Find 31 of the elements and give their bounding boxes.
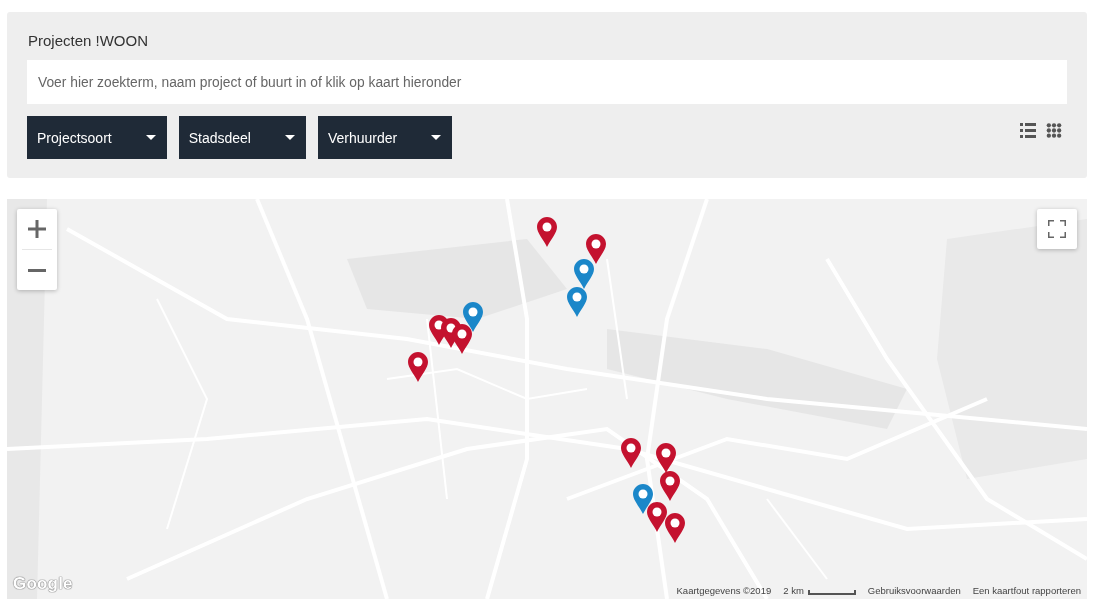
map-pin-icon[interactable] — [656, 443, 676, 473]
map-pin-icon[interactable] — [408, 352, 428, 382]
caret-icon — [145, 135, 156, 140]
panel-title: Projecten !WOON — [28, 31, 150, 51]
map-pin-icon[interactable] — [665, 513, 685, 543]
scale-label[interactable]: 2 km — [783, 585, 804, 597]
map-pin-icon[interactable] — [574, 259, 594, 289]
map-logo[interactable]: Google — [13, 574, 73, 594]
report-error-link[interactable]: Een kaartfout rapporteren — [972, 585, 1081, 597]
filter-dropdown[interactable]: Stadsdeel — [178, 116, 306, 159]
search-field[interactable]: Voer hier zoekterm, naam project of buurt in of klik op kaart hieronder — [27, 60, 1067, 104]
scale-bar[interactable] — [807, 589, 856, 595]
map-pin-icon[interactable] — [660, 471, 680, 501]
map-pin-icon[interactable] — [452, 324, 472, 354]
list-icon[interactable] — [1020, 123, 1036, 138]
terms-link[interactable]: Gebruiksvoorwaarden — [867, 585, 961, 597]
minus-icon — [28, 268, 46, 272]
map-pin-icon[interactable] — [537, 217, 557, 247]
filter-dropdown[interactable]: Projectsoort — [27, 116, 167, 159]
caret-icon — [285, 135, 295, 140]
map-pin-icon[interactable] — [647, 502, 667, 532]
caret-icon — [431, 135, 442, 140]
grid-icon[interactable] — [1046, 123, 1062, 138]
fullscreen-button[interactable] — [1037, 209, 1077, 249]
filter-dropdown[interactable]: Verhuurder — [318, 116, 453, 159]
map-data-credit: Kaartgegevens ©2019 — [676, 585, 772, 597]
fullscreen-icon — [1048, 220, 1066, 238]
map-pin-icon[interactable] — [586, 234, 606, 264]
plus-icon — [28, 220, 46, 238]
map-pin-icon[interactable] — [567, 287, 587, 317]
map-pin-icon[interactable] — [621, 438, 641, 468]
